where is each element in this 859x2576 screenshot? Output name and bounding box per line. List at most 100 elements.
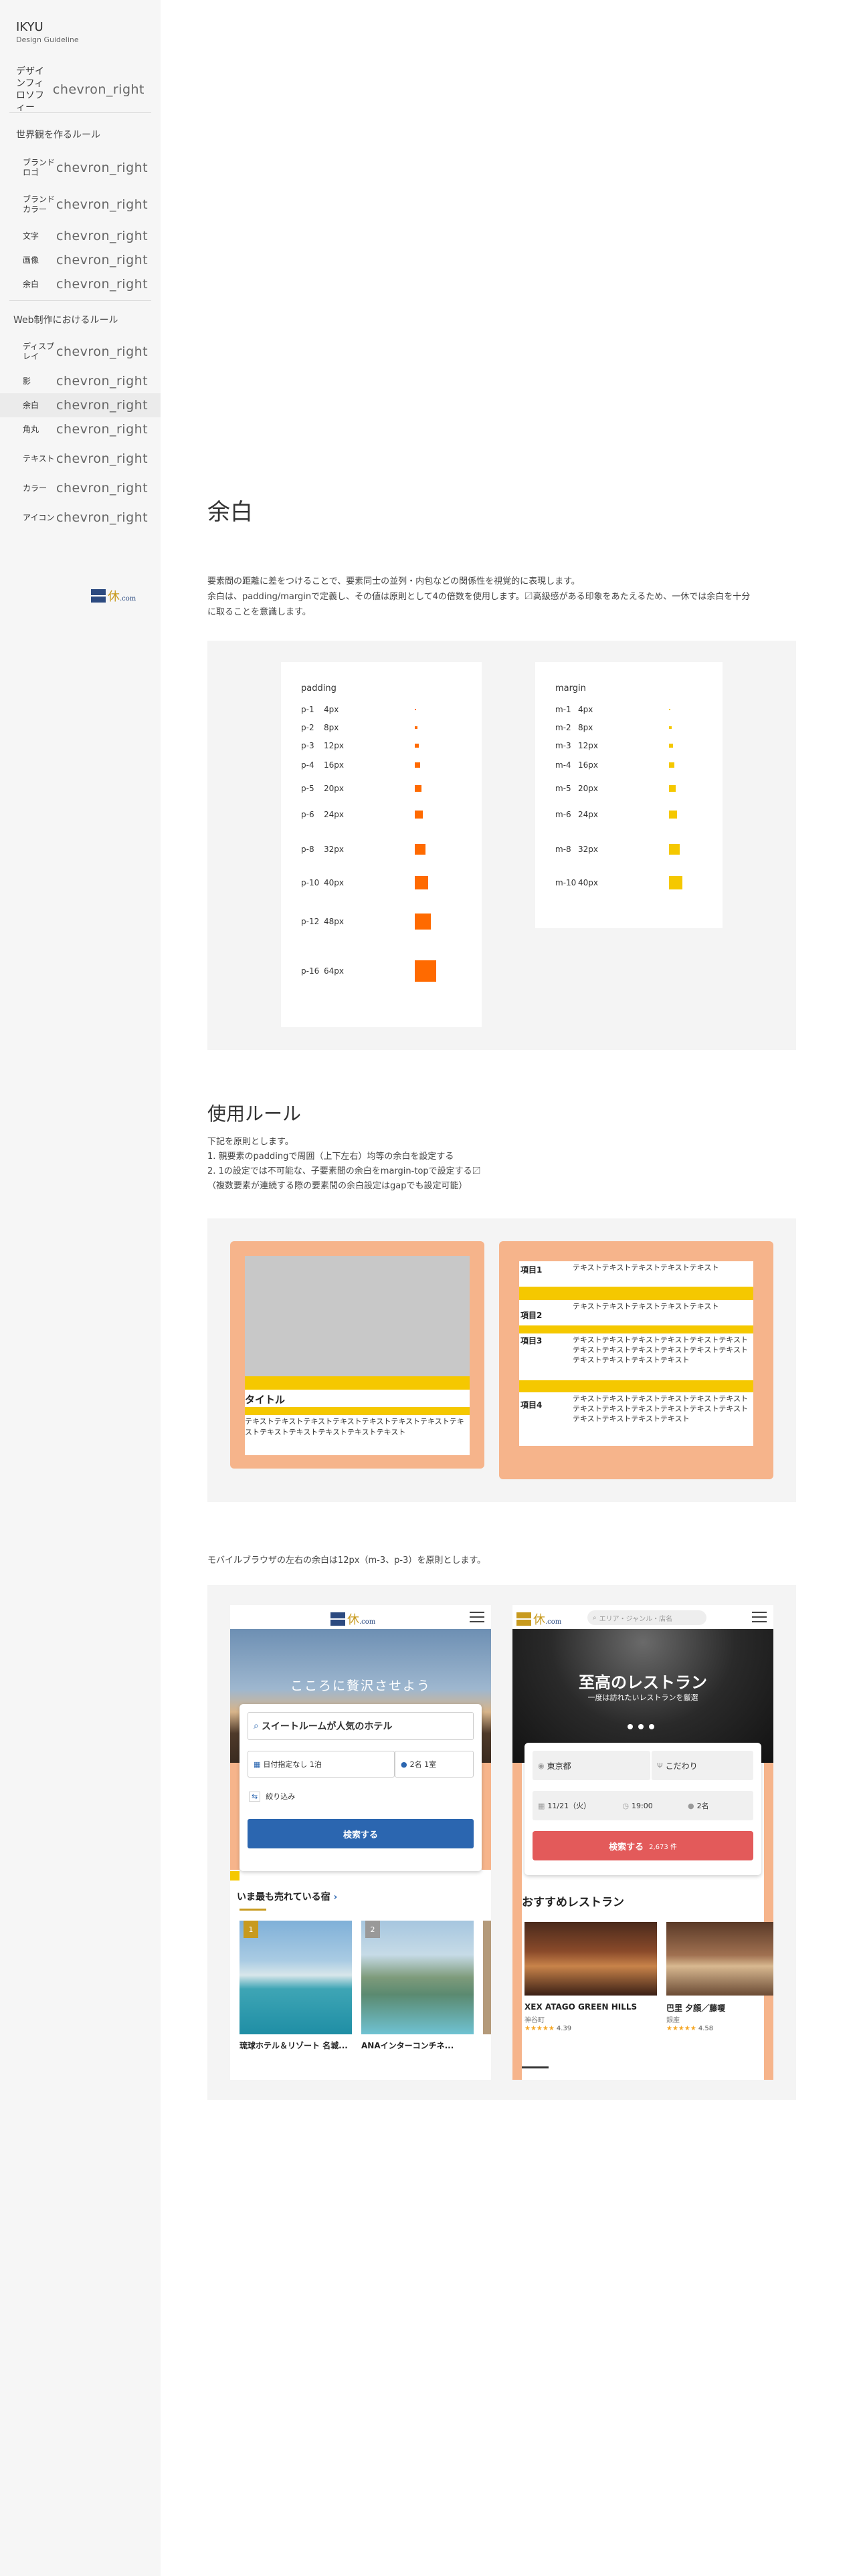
carousel-dot[interactable]: [628, 1724, 633, 1729]
date-value: 11/21（火）: [547, 1802, 591, 1810]
sidebar-item-typography[interactable]: 文字 chevron_right: [0, 224, 161, 248]
sidebar-item-label: 画像: [23, 255, 39, 265]
rating-stars: ★★★★★ 4.58: [666, 2025, 714, 2032]
sidebar-item-radius[interactable]: 角丸 chevron_right: [0, 417, 161, 441]
hotel-name[interactable]: ANAインターコンチネ...: [361, 2040, 474, 2051]
search-button[interactable]: 検索する 2,673 件: [533, 1831, 753, 1860]
cutlery-icon: Ψ: [657, 1761, 663, 1770]
spacing-indicator: [519, 1325, 753, 1333]
filter-button[interactable]: ⇆ 絞り込み: [249, 1791, 295, 1802]
padding-card: padding p-1 4px p-2 8px p-3 12px p-4 16px p-5 20p…: [281, 662, 482, 1027]
carousel-dot[interactable]: [649, 1724, 654, 1729]
section-underline: [240, 1909, 266, 1911]
list-item: 項目2 テキストテキストテキストテキストテキスト: [519, 1300, 753, 1325]
sidebar-item-display[interactable]: ディスプレイ chevron_right: [0, 334, 161, 369]
mobile-example-panel: 休.com こころに贅沢させよう ⌕ スイートルームが人気のホテル ▦ 日付指定…: [207, 1585, 796, 2100]
padding-value: 20px: [324, 784, 344, 793]
margin-row: m-3 12px: [555, 741, 598, 750]
list-item: 項目3 テキストテキストテキストテキストテキストテキストテキストテキストテキスト…: [519, 1333, 753, 1380]
padding-row: p-4 16px: [301, 760, 344, 770]
card-text: テキストテキストテキストテキストテキストテキストテキストテキストテキストテキスト…: [245, 1417, 464, 1436]
section-title: おすすめレストラン: [522, 1896, 624, 1909]
filter-label: 絞り込み: [266, 1792, 296, 1801]
sidebar-item-label: ブランドロゴ: [23, 158, 56, 177]
section-title-text: いま最も売れている宿: [237, 1892, 330, 1903]
search-icon: ⌕: [254, 1721, 259, 1731]
sidebar-item-label: 影: [23, 376, 31, 386]
hamburger-menu-icon[interactable]: [470, 1612, 484, 1622]
ikyu-logo[interactable]: 休.com: [330, 1610, 375, 1628]
intro-line: 余白は、padding/marginで定義し、その値は原則として4の倍数を使用し…: [207, 592, 751, 602]
sidebar-item-philosophy[interactable]: デザインフィロソフィー chevron_right: [0, 66, 161, 113]
preference-field[interactable]: Ψ こだわり: [652, 1751, 753, 1780]
chevron-right-icon: chevron_right: [56, 253, 149, 267]
calendar-icon: ▦: [538, 1801, 545, 1810]
padding-value: 40px: [324, 878, 344, 887]
padding-row: p-3 12px: [301, 741, 344, 750]
sidebar-item-brand-logo[interactable]: ブランドロゴ chevron_right: [0, 150, 161, 185]
rating-value: 4.58: [698, 2025, 714, 2032]
margin-indicator: [512, 1763, 522, 2080]
sidebar-item-brand-color[interactable]: ブランドカラー chevron_right: [0, 185, 161, 224]
margin-value: 8px: [578, 723, 593, 732]
spacing-scale-panel: padding p-1 4px p-2 8px p-3 12px p-4 16px p-5 20p…: [207, 641, 796, 1050]
sidebar-item-spacing[interactable]: 余白 chevron_right: [0, 393, 161, 417]
brand-subtitle: Design Guideline: [16, 35, 79, 44]
item-name: 項目1: [520, 1265, 543, 1275]
sidebar-item-image[interactable]: 画像 chevron_right: [0, 248, 161, 272]
restaurant-name[interactable]: 巴里 夕顔／藤嗄: [666, 2002, 725, 2014]
logo-mark-icon: [516, 1612, 531, 1626]
guests-field[interactable]: ● 2名 1室: [395, 1751, 474, 1778]
preference-value: こだわり: [665, 1761, 698, 1771]
date-field[interactable]: ▦ 日付指定なし 1泊: [248, 1751, 395, 1778]
item-text: テキストテキストテキストテキストテキストテキストテキストテキストテキストテキスト…: [573, 1335, 749, 1364]
sidebar-item-color[interactable]: カラー chevron_right: [0, 476, 161, 500]
sidebar-item-label: 文字: [23, 231, 39, 241]
padding-value: 12px: [324, 741, 344, 750]
margin-indicator: [230, 1763, 240, 1870]
sidebar-item-text[interactable]: テキスト chevron_right: [0, 441, 161, 476]
ikyu-logo: 休.com: [91, 587, 136, 605]
margin-swatch: [669, 844, 680, 855]
section-title[interactable]: いま最も売れている宿 ›: [237, 1890, 337, 1903]
location-pin-icon: ◉: [538, 1761, 545, 1770]
brand[interactable]: IKYU Design Guideline: [0, 0, 161, 44]
brand-name: IKYU: [16, 20, 43, 34]
chevron-right-icon: chevron_right: [56, 344, 149, 359]
rating-stars: ★★★★★ 4.39: [524, 2025, 572, 2032]
logo-mark-icon: [91, 589, 106, 603]
padding-value: 32px: [324, 845, 344, 854]
search-input[interactable]: ⌕ エリア・ジャンル・店名: [587, 1610, 706, 1625]
phone-ikyu-hotel: 休.com こころに贅沢させよう ⌕ スイートルームが人気のホテル ▦ 日付指定…: [230, 1605, 491, 2080]
search-input[interactable]: ⌕ スイートルームが人気のホテル: [248, 1712, 474, 1740]
mobile-header: 休.com: [230, 1605, 491, 1629]
usage-title: 使用ルール: [207, 1103, 302, 1125]
padding-swatch: [415, 762, 420, 768]
margin-name: m-3: [555, 741, 571, 750]
rating-value: 4.39: [556, 2025, 572, 2032]
restaurant-image[interactable]: [666, 1922, 773, 1996]
padding-value: 24px: [324, 810, 344, 819]
sidebar-item-shadow[interactable]: 影 chevron_right: [0, 369, 161, 393]
chevron-right-icon: ›: [333, 1892, 338, 1903]
datetime-field[interactable]: ▦ 11/21（火） ◷ 19:00 ● 2名: [533, 1791, 753, 1820]
search-button[interactable]: 検索する: [248, 1819, 474, 1848]
hamburger-menu-icon[interactable]: [752, 1612, 767, 1622]
sidebar-item-label: テキスト: [23, 453, 55, 463]
area-field[interactable]: ◉ 東京都: [533, 1751, 650, 1780]
hero-tagline: こころに贅沢させよう: [290, 1679, 431, 1693]
chevron-right-icon: chevron_right: [56, 398, 149, 413]
restaurant-image[interactable]: [524, 1922, 657, 1996]
usage-line: 1. 親要素のpaddingで周囲（上下左右）均等の余白を設定する: [207, 1152, 454, 1162]
carousel-dots[interactable]: [628, 1724, 654, 1729]
person-icon: ●: [688, 1801, 694, 1810]
sidebar-item-spacing-world[interactable]: 余白 chevron_right: [0, 272, 161, 296]
item-text: テキストテキストテキストテキストテキストテキストテキストテキストテキストテキスト…: [573, 1394, 749, 1423]
margin-name: m-8: [555, 845, 571, 854]
section-heading-world: 世界観を作るルール: [16, 130, 100, 140]
ikyu-logo[interactable]: 休.com: [516, 1610, 561, 1628]
restaurant-name[interactable]: XEX ATAGO GREEN HILLS: [524, 2002, 637, 2012]
sidebar-item-icon[interactable]: アイコン chevron_right: [0, 500, 161, 535]
carousel-dot[interactable]: [638, 1724, 644, 1729]
hotel-name[interactable]: 琉球ホテル＆リゾート 名城...: [240, 2040, 352, 2051]
